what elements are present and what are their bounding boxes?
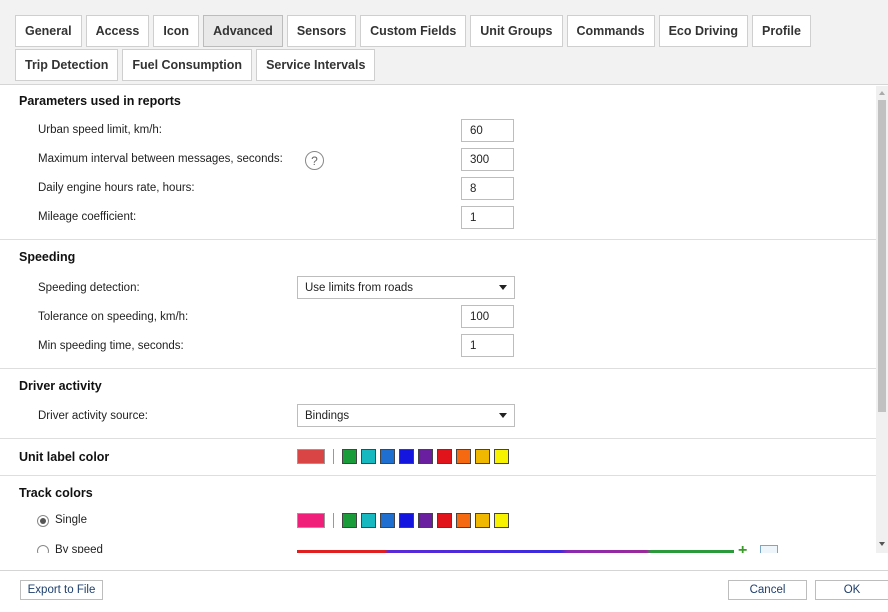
speed-gradient-bar — [297, 550, 734, 553]
color-swatch[interactable] — [418, 449, 433, 464]
urban-speed-label: Urban speed limit, km/h: — [38, 124, 162, 136]
divider — [0, 475, 876, 476]
color-swatch[interactable] — [456, 513, 471, 528]
palette-divider — [333, 513, 334, 528]
tab-icon[interactable]: Icon — [153, 15, 200, 47]
color-swatch[interactable] — [456, 449, 471, 464]
tolerance-label: Tolerance on speeding, km/h: — [38, 311, 189, 323]
advanced-settings-panel: Parameters used in reports Urban speed l… — [0, 86, 876, 553]
speeding-detection-value: Use limits from roads — [305, 281, 413, 294]
color-swatch[interactable] — [437, 449, 452, 464]
color-swatch[interactable] — [342, 449, 357, 464]
radio-by-speed[interactable] — [37, 545, 49, 553]
color-swatch[interactable] — [437, 513, 452, 528]
section-title-unit-label-color: Unit label color — [19, 450, 110, 464]
max-interval-input[interactable] — [461, 148, 514, 171]
min-speeding-time-label: Min speeding time, seconds: — [38, 340, 184, 352]
section-title-track-colors: Track colors — [19, 486, 93, 500]
vertical-scrollbar[interactable] — [876, 86, 888, 553]
color-swatch[interactable] — [361, 513, 376, 528]
divider — [0, 438, 876, 439]
track-color-palette — [297, 513, 513, 528]
urban-speed-input[interactable] — [461, 119, 514, 142]
divider — [0, 239, 876, 240]
tab-fuel-consumption[interactable]: Fuel Consumption — [122, 49, 253, 81]
color-swatch[interactable] — [418, 513, 433, 528]
ok-button[interactable]: OK — [815, 580, 888, 600]
current-color-swatch[interactable] — [297, 449, 325, 464]
scroll-down-icon[interactable] — [879, 542, 885, 546]
export-to-file-button[interactable]: Export to File — [20, 580, 103, 600]
color-swatch[interactable] — [399, 513, 414, 528]
color-swatch[interactable] — [475, 513, 490, 528]
color-swatch[interactable] — [361, 449, 376, 464]
chevron-down-icon — [499, 285, 507, 290]
tab-commands[interactable]: Commands — [566, 15, 655, 47]
speeding-detection-select[interactable]: Use limits from roads — [297, 276, 515, 299]
add-icon[interactable]: + — [738, 543, 747, 554]
mileage-label: Mileage coefficient: — [38, 211, 137, 223]
tab-row-2: Trip Detection Fuel Consumption Service … — [15, 49, 379, 81]
color-swatch[interactable] — [380, 449, 395, 464]
current-color-swatch[interactable] — [297, 513, 325, 528]
min-speeding-time-input[interactable] — [461, 334, 514, 357]
scroll-up-icon[interactable] — [879, 91, 885, 95]
engine-hours-label: Daily engine hours rate, hours: — [38, 182, 195, 194]
color-swatch[interactable] — [475, 449, 490, 464]
mileage-input[interactable] — [461, 206, 514, 229]
tab-bar: General Access Icon Advanced Sensors Cus… — [0, 0, 888, 85]
driver-activity-source-label: Driver activity source: — [38, 410, 148, 422]
radio-single[interactable] — [37, 515, 49, 527]
tab-row-1: General Access Icon Advanced Sensors Cus… — [15, 15, 815, 47]
tolerance-input[interactable] — [461, 305, 514, 328]
palette-divider — [333, 449, 334, 464]
tab-profile[interactable]: Profile — [752, 15, 811, 47]
color-swatch[interactable] — [399, 449, 414, 464]
engine-hours-input[interactable] — [461, 177, 514, 200]
speed-range-icon[interactable] — [760, 545, 778, 553]
color-swatch[interactable] — [494, 513, 509, 528]
section-title-speeding: Speeding — [19, 250, 76, 264]
cancel-button[interactable]: Cancel — [728, 580, 807, 600]
section-title-driver-activity: Driver activity — [19, 379, 102, 393]
tab-advanced[interactable]: Advanced — [203, 15, 283, 47]
driver-activity-source-select[interactable]: Bindings — [297, 404, 515, 427]
unit-label-color-palette — [297, 449, 513, 464]
tab-unit-groups[interactable]: Unit Groups — [470, 15, 563, 47]
tab-general[interactable]: General — [15, 15, 82, 47]
tab-eco-driving[interactable]: Eco Driving — [658, 15, 749, 47]
tab-sensors[interactable]: Sensors — [286, 15, 357, 47]
chevron-down-icon — [499, 413, 507, 418]
color-swatch[interactable] — [380, 513, 395, 528]
scrollbar-thumb[interactable] — [878, 100, 886, 412]
tab-access[interactable]: Access — [85, 15, 150, 47]
divider — [0, 368, 876, 369]
radio-single-label: Single — [55, 514, 87, 526]
driver-activity-source-value: Bindings — [305, 409, 350, 422]
tab-trip-detection[interactable]: Trip Detection — [15, 49, 119, 81]
max-interval-label: Maximum interval between messages, secon… — [38, 153, 283, 165]
dialog-footer: Export to File Cancel OK — [0, 570, 888, 612]
tab-service-intervals[interactable]: Service Intervals — [256, 49, 376, 81]
speeding-detection-label: Speeding detection: — [38, 282, 140, 294]
help-icon[interactable]: ? — [305, 151, 324, 170]
section-title-parameters: Parameters used in reports — [19, 94, 181, 108]
tab-custom-fields[interactable]: Custom Fields — [360, 15, 467, 47]
color-swatch[interactable] — [494, 449, 509, 464]
radio-by-speed-label: By speed — [55, 544, 103, 553]
color-swatch[interactable] — [342, 513, 357, 528]
